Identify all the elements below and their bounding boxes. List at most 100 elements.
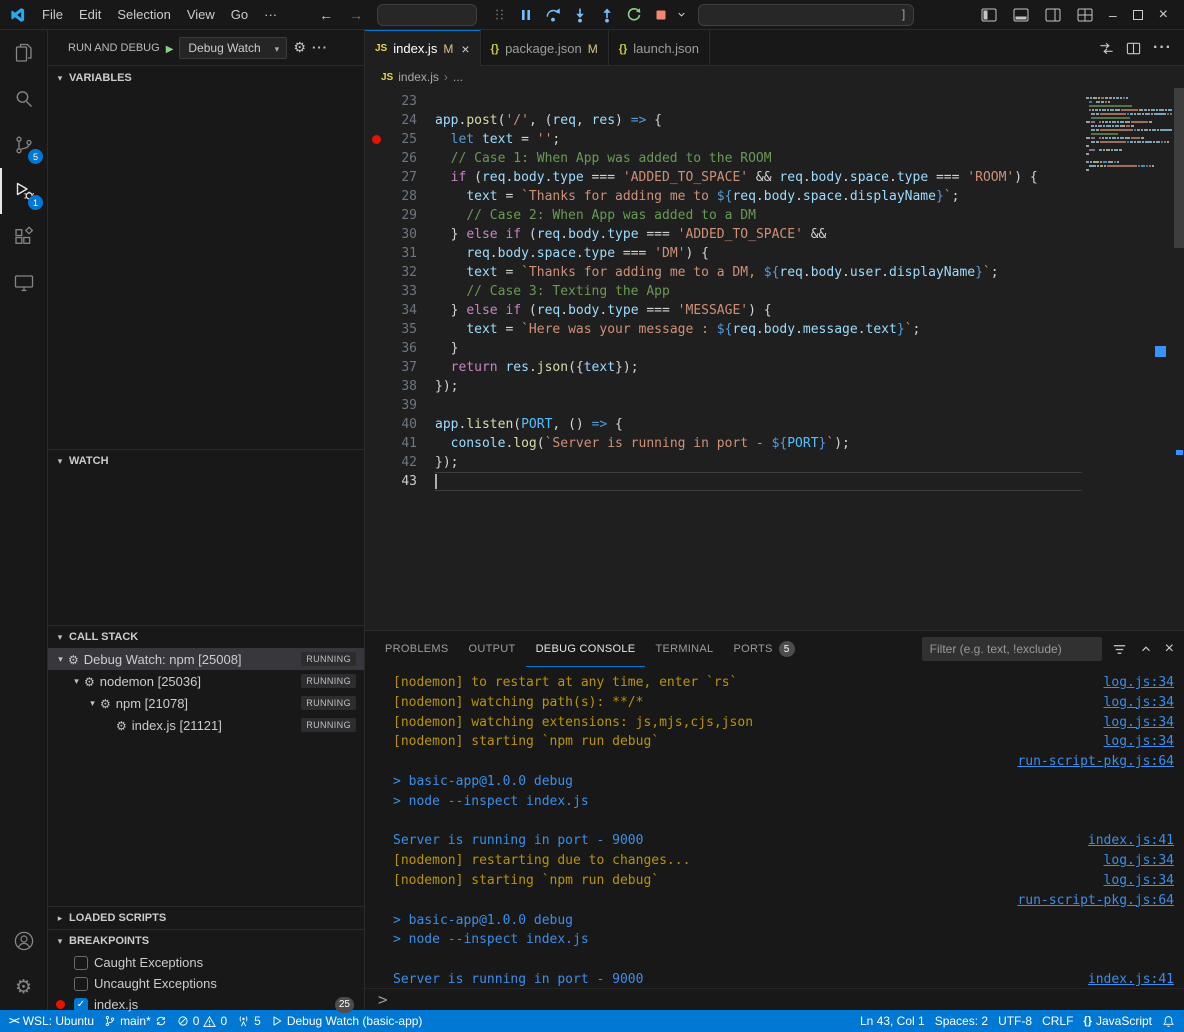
editor-tab[interactable]: {}launch.json	[609, 30, 710, 66]
callstack-row[interactable]: index.js [21121]RUNNING	[48, 714, 364, 736]
section-breakpoints[interactable]: BREAKPOINTS	[48, 930, 364, 952]
forward-arrow-icon[interactable]: →	[349, 7, 363, 23]
breakpoint-gutter[interactable]	[365, 396, 387, 415]
source-link[interactable]: log.js:34	[1104, 693, 1174, 713]
section-variables[interactable]: VARIABLES	[48, 66, 364, 90]
breakpoint-gutter[interactable]	[365, 187, 387, 206]
close-tab-icon[interactable]: ×	[461, 41, 469, 57]
source-link[interactable]: log.js:34	[1104, 851, 1174, 871]
breakpoint-gutter[interactable]	[365, 358, 387, 377]
activity-search[interactable]	[0, 76, 47, 122]
breakpoint-gutter[interactable]	[365, 149, 387, 168]
panel-close-icon[interactable]: ×	[1165, 640, 1174, 658]
indentation-status[interactable]: Spaces: 2	[930, 1010, 993, 1032]
breakpoint-gutter[interactable]	[365, 263, 387, 282]
breakpoint-gutter[interactable]	[365, 472, 387, 491]
section-call-stack[interactable]: CALL STACK	[48, 626, 364, 648]
menu-item[interactable]: View	[179, 7, 223, 22]
restart-icon[interactable]	[622, 3, 646, 27]
breakpoint-gutter[interactable]	[365, 339, 387, 358]
debug-config-dropdown[interactable]: Debug Watch	[179, 37, 287, 59]
breakpoint-checkbox[interactable]: ✓	[74, 998, 88, 1012]
editor-more-actions-icon[interactable]	[1153, 39, 1172, 57]
callstack-row[interactable]: ▾npm [21078]RUNNING	[48, 692, 364, 714]
layout-panel-icon[interactable]	[1013, 8, 1029, 22]
editor-scrollbar[interactable]	[1174, 88, 1184, 630]
breakpoint-gutter[interactable]	[365, 92, 387, 111]
code-editor[interactable]: 2324app.post('/', (req, res) => {25 let …	[365, 88, 1184, 630]
twisty-icon[interactable]: ▾	[54, 654, 67, 665]
settings-gear-icon[interactable]	[0, 964, 47, 1010]
callstack-row[interactable]: ▾nodemon [25036]RUNNING	[48, 670, 364, 692]
menu-item[interactable]: Selection	[109, 7, 178, 22]
eol-status[interactable]: CRLF	[1037, 1010, 1078, 1032]
panel-maximize-icon[interactable]	[1139, 642, 1153, 656]
panel-tab[interactable]: PORTS5	[723, 631, 804, 667]
panel-tab[interactable]: PROBLEMS	[375, 631, 459, 667]
activity-explorer[interactable]	[0, 30, 47, 76]
cursor-position[interactable]: Ln 43, Col 1	[855, 1010, 930, 1032]
stop-icon[interactable]	[649, 3, 673, 27]
layout-sidebar-right-icon[interactable]	[1045, 8, 1061, 22]
twisty-icon[interactable]: ▾	[70, 676, 83, 687]
panel-tab[interactable]: TERMINAL	[645, 631, 723, 667]
pause-icon[interactable]	[514, 3, 538, 27]
twisty-icon[interactable]: ▾	[86, 698, 99, 709]
notifications-bell[interactable]	[1157, 1010, 1180, 1032]
breakpoint-gutter[interactable]	[365, 453, 387, 472]
encoding-status[interactable]: UTF-8	[993, 1010, 1037, 1032]
breakpoint-gutter[interactable]	[365, 225, 387, 244]
panel-tab[interactable]: DEBUG CONSOLE	[526, 631, 646, 667]
source-link[interactable]: log.js:34	[1104, 732, 1174, 752]
section-watch[interactable]: WATCH	[48, 450, 364, 472]
console-input[interactable]: >	[365, 988, 1184, 1010]
toolbar-grip-icon[interactable]	[487, 3, 511, 27]
accounts-icon[interactable]	[0, 918, 47, 964]
menu-item[interactable]: ···	[256, 7, 285, 22]
breakpoint-gutter[interactable]	[365, 320, 387, 339]
breakpoint-dot[interactable]	[365, 130, 387, 149]
callstack-row[interactable]: ▾Debug Watch: npm [25008]RUNNING	[48, 648, 364, 670]
menu-item[interactable]: File	[34, 7, 71, 22]
step-into-icon[interactable]	[568, 3, 592, 27]
activity-run-debug[interactable]: 1	[0, 168, 47, 214]
breakpoint-gutter[interactable]	[365, 168, 387, 187]
breakpoint-gutter[interactable]	[365, 206, 387, 225]
source-link[interactable]: index.js:41	[1088, 831, 1174, 851]
stop-dropdown-chevron-icon[interactable]	[676, 9, 688, 20]
open-changes-icon[interactable]	[1099, 41, 1114, 56]
editor-tab[interactable]: {}package.jsonM	[481, 30, 609, 66]
breakpoint-checkbox[interactable]	[74, 956, 88, 970]
breakpoint-gutter[interactable]	[365, 415, 387, 434]
breadcrumb[interactable]: JS index.js ...	[365, 66, 1184, 88]
breakpoint-gutter[interactable]	[365, 244, 387, 263]
menu-item[interactable]: Go	[223, 7, 256, 22]
breakpoint-gutter[interactable]	[365, 434, 387, 453]
source-link[interactable]: run-script-pkg.js:64	[1017, 752, 1174, 772]
close-icon[interactable]: ×	[1159, 6, 1168, 24]
source-link[interactable]: index.js:41	[1088, 970, 1174, 988]
activity-extensions[interactable]	[0, 214, 47, 260]
step-over-icon[interactable]	[541, 3, 565, 27]
layout-customize-icon[interactable]	[1077, 8, 1093, 22]
breadcrumb-more[interactable]: ...	[453, 70, 463, 84]
menu-item[interactable]: Edit	[71, 7, 109, 22]
scrollbar-thumb[interactable]	[1174, 88, 1184, 248]
breakpoint-gutter[interactable]	[365, 111, 387, 130]
split-editor-icon[interactable]	[1126, 41, 1141, 56]
section-loaded-scripts[interactable]: LOADED SCRIPTS	[48, 907, 364, 929]
maximize-icon[interactable]	[1133, 10, 1143, 20]
start-debugging-icon[interactable]	[166, 40, 174, 55]
command-center-search[interactable]	[377, 4, 477, 26]
breakpoint-row[interactable]: Uncaught Exceptions	[48, 973, 364, 994]
activity-source-control[interactable]: 5	[0, 122, 47, 168]
back-arrow-icon[interactable]: ←	[319, 7, 333, 23]
layout-sidebar-left-icon[interactable]	[981, 8, 997, 22]
source-link[interactable]: log.js:34	[1104, 713, 1174, 733]
panel-tab[interactable]: OUTPUT	[459, 631, 526, 667]
console-filter-input[interactable]	[922, 637, 1102, 661]
breakpoint-gutter[interactable]	[365, 377, 387, 396]
activity-remote-explorer[interactable]	[0, 260, 47, 306]
minimap[interactable]	[1082, 88, 1174, 630]
filter-lines-icon[interactable]	[1112, 642, 1127, 657]
